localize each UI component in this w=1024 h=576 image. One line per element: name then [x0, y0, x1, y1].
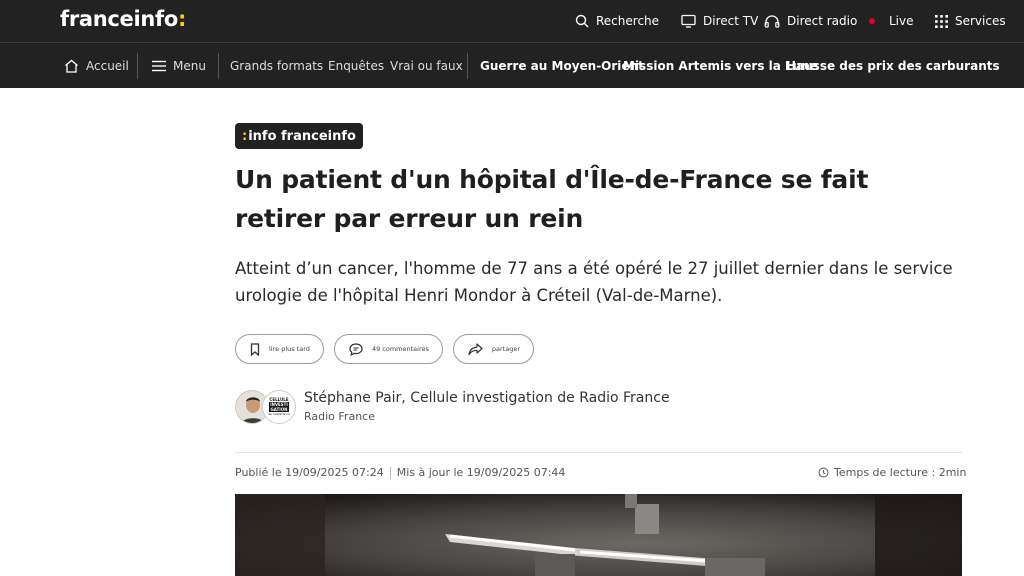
services-button[interactable]: Services: [935, 0, 1006, 42]
home-link[interactable]: Accueil: [64, 43, 129, 89]
reading-time: Temps de lecture : 2min: [818, 466, 966, 479]
published-date: Publié le 19/09/2025 07:24: [235, 466, 384, 479]
topic-link-carburants[interactable]: Hausse des prix des carburants: [786, 43, 1000, 89]
sub-navigation: Accueil Menu Grands formats Enquêtes Vra…: [0, 42, 1024, 88]
home-label: Accueil: [86, 59, 129, 73]
logo-line: de radiofrance: [268, 412, 290, 416]
live-dot-icon: [869, 18, 875, 24]
search-link[interactable]: Recherche: [575, 0, 659, 42]
share-button[interactable]: partager: [452, 334, 534, 364]
comment-icon: [349, 342, 363, 356]
cellule-investigation-logo[interactable]: CELLULE INVESTI GATION de radiofrance: [262, 390, 296, 424]
bookmark-icon: [250, 342, 260, 356]
badge-label: info franceinfo: [248, 128, 356, 144]
topic-link-moyen-orient[interactable]: Guerre au Moyen-Orient: [480, 43, 644, 89]
read-later-label: lire plus tard: [269, 345, 310, 353]
headphones-icon: [764, 15, 780, 28]
share-label: partager: [491, 345, 520, 353]
date-separator: [389, 466, 391, 479]
logo-text: franceinfo: [60, 7, 179, 31]
article-title: Un patient d'un hôpital d'Île-de-France …: [235, 165, 869, 233]
comments-label: 49 commentaires: [371, 345, 429, 353]
share-arrow-icon: [468, 342, 483, 355]
hamburger-icon: [152, 60, 166, 72]
article-actions: lire plus tard 49 commentaires partager: [235, 334, 544, 364]
info-franceinfo-badge[interactable]: : info franceinfo: [235, 123, 363, 149]
updated-date: Mis à jour le 19/09/2025 07:44: [396, 466, 566, 479]
clock-icon: [818, 467, 829, 478]
live-link[interactable]: Live: [869, 0, 914, 42]
search-label: Recherche: [596, 14, 660, 28]
logo-accent: :: [178, 7, 187, 31]
reading-time-label: Temps de lecture : 2min: [834, 466, 967, 479]
search-icon: [575, 14, 589, 28]
franceinfo-logo[interactable]: franceinfo:: [60, 7, 186, 31]
nav-divider: [467, 53, 468, 79]
direct-tv-label: Direct TV: [703, 14, 759, 28]
nav-link-vrai-ou-faux[interactable]: Vrai ou faux: [390, 43, 463, 89]
meta-divider: [235, 452, 962, 453]
publication-dates: Publié le 19/09/2025 07:24 Mis à jour le…: [235, 466, 565, 479]
badge-colon: :: [242, 128, 248, 144]
direct-radio-label: Direct radio: [787, 14, 858, 28]
home-icon: [65, 59, 78, 73]
nav-divider: [218, 53, 219, 79]
top-header: franceinfo: Recherche Direct TV Direct r…: [0, 0, 1024, 42]
direct-radio-link[interactable]: Direct radio: [764, 0, 857, 42]
tv-icon: [681, 14, 696, 28]
services-label: Services: [955, 14, 1006, 28]
menu-button[interactable]: Menu: [152, 43, 206, 89]
operating-room-photo: [235, 494, 962, 576]
comments-button[interactable]: 49 commentaires: [333, 334, 443, 364]
live-label: Live: [889, 14, 914, 28]
menu-label: Menu: [173, 59, 206, 73]
article-hero-image: [235, 494, 962, 576]
nav-divider: [137, 53, 138, 79]
grid-icon: [935, 14, 948, 28]
read-later-button[interactable]: lire plus tard: [235, 334, 324, 364]
nav-link-enquetes[interactable]: Enquêtes: [328, 43, 384, 89]
author-name[interactable]: Stéphane Pair, Cellule investigation de …: [304, 390, 670, 406]
article-lead: Atteint d’un cancer, l'homme de 77 ans a…: [235, 259, 953, 305]
direct-tv-link[interactable]: Direct TV: [681, 0, 758, 42]
nav-link-grands-formats[interactable]: Grands formats: [230, 43, 323, 89]
author-organization: Radio France: [304, 410, 375, 423]
